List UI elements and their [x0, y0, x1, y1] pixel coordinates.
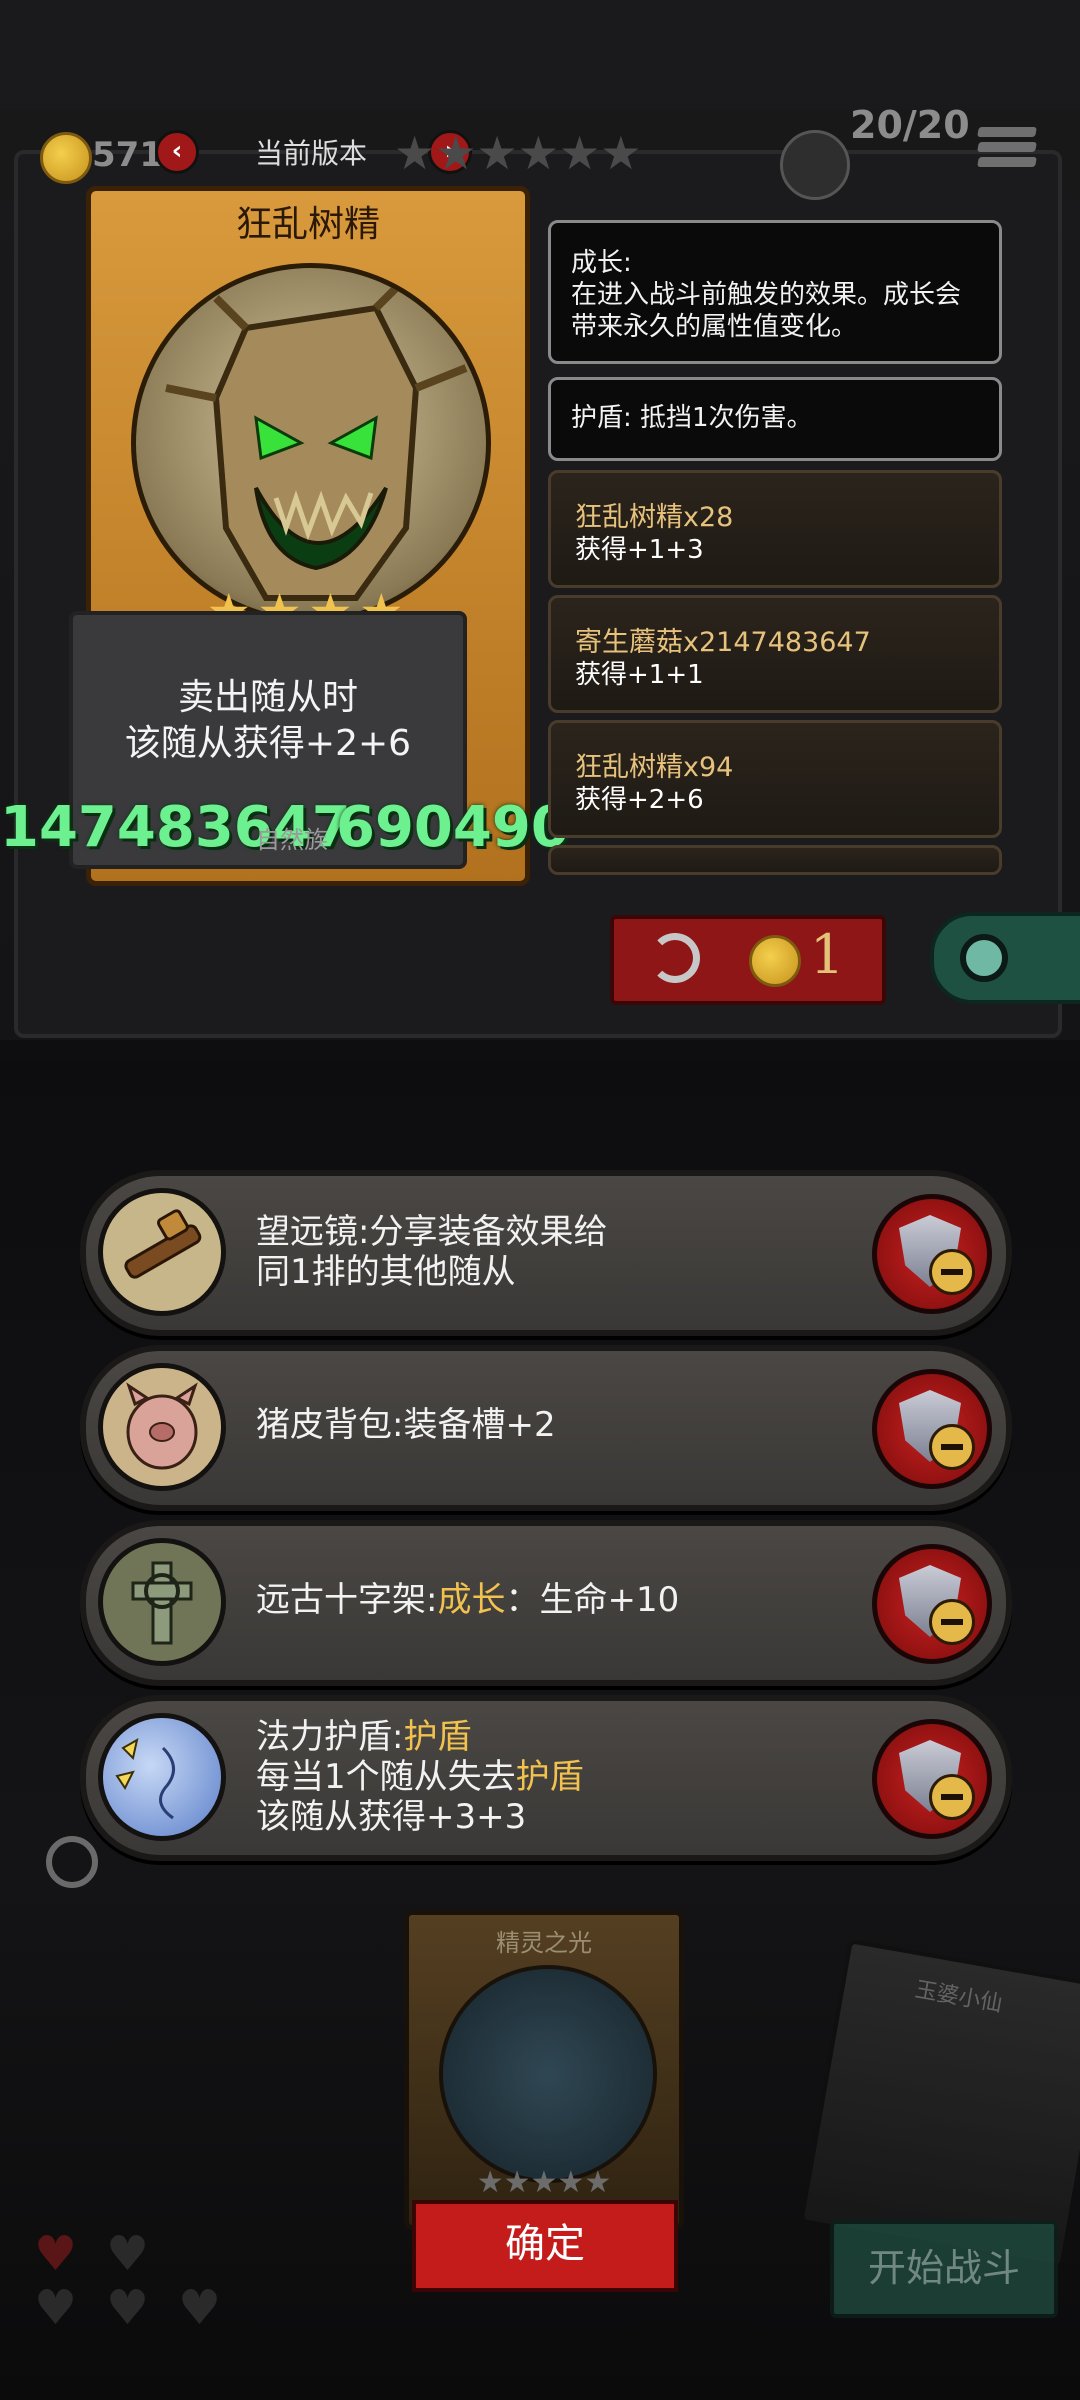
remove-equipment-button[interactable] [872, 1369, 992, 1489]
telescope-icon [98, 1188, 226, 1316]
log-item: 狂乱树精x94 获得+2+6 [548, 720, 1002, 838]
mana-shield-svg [115, 1738, 175, 1820]
equipment-name: 法力护盾: [256, 1717, 404, 1757]
heart-icon: ♥ [106, 2226, 150, 2282]
menu-icon[interactable] [977, 122, 1037, 180]
equipment-effect: ：生命+10 [505, 1580, 680, 1620]
minion-card[interactable]: 狂乱树精 ★★★★ 卖出随从时 该随从获得+2+6 [69, 186, 530, 886]
card-description-line2: 该随从获得+2+6 [124, 723, 412, 764]
minion-capacity: 20/20 [850, 103, 970, 147]
pig-backpack-svg [126, 1382, 198, 1470]
equipment-effect: 装备槽+2 [403, 1405, 556, 1445]
start-battle-button[interactable]: 开始战斗 [830, 2220, 1058, 2318]
equipment-desc: 望远镜:分享装备效果给 同1排的其他随从 [256, 1212, 607, 1292]
keyword-growth-box: 成长: 在进入战斗前触发的效果。成长会 带来永久的属性值变化。 [548, 220, 1002, 364]
log-item: 狂乱树精x28 获得+1+3 [548, 470, 1002, 588]
equipment-desc: 法力护盾:护盾 每当1个随从失去护盾 该随从获得+3+3 [256, 1717, 584, 1837]
preview-card-title: 精灵之光 [496, 1929, 592, 1957]
equipment-row-telescope[interactable]: 望远镜:分享装备效果给 同1排的其他随从 [80, 1170, 1012, 1336]
side-card-title: 玉婆小仙 [913, 1977, 1005, 2018]
heart-icon: ♥ [34, 2280, 78, 2336]
coin-icon [749, 935, 801, 987]
equipment-effect-line3: 该随从获得+3+3 [256, 1797, 527, 1837]
refresh-cost: 1 [810, 923, 845, 986]
keyword-shield: 护盾 [403, 1717, 472, 1757]
equipment-name: 远古十字架: [256, 1580, 438, 1620]
minus-icon [929, 1424, 975, 1470]
magnifier-icon[interactable] [46, 1836, 98, 1888]
pig-backpack-icon [98, 1363, 226, 1491]
equipment-row-mana-shield[interactable]: 法力护盾:护盾 每当1个随从失去护盾 该随从获得+3+3 [80, 1695, 1012, 1861]
minus-icon [929, 1774, 975, 1820]
equipment-effect-line2: 同1排的其他随从 [256, 1252, 516, 1292]
confirm-button[interactable]: 确定 [412, 2200, 678, 2292]
keyword-growth-desc2: 带来永久的属性值变化。 [571, 312, 858, 342]
tribe-tag: 自然族 [256, 826, 328, 854]
keyword-growth-title: 成长: [571, 248, 632, 278]
health-value: 690490 [336, 795, 570, 860]
keyword-shield-box: 护盾: 抵挡1次伤害。 [548, 377, 1002, 461]
ancient-cross-icon [98, 1538, 226, 1666]
heart-icon: ♥ [106, 2280, 150, 2336]
ancient-cross-svg [131, 1561, 193, 1645]
equipment-desc: 猪皮背包:装备槽+2 [256, 1405, 556, 1445]
player-avatar[interactable] [780, 130, 850, 200]
log-gain: 获得+2+6 [575, 785, 704, 815]
refresh-icon [650, 933, 700, 983]
keyword-growth: 成长 [437, 1580, 506, 1620]
search-icon [960, 934, 1008, 982]
minus-icon [929, 1599, 975, 1645]
remove-equipment-button[interactable] [872, 1194, 992, 1314]
keyword-shield: 护盾 [515, 1757, 584, 1797]
equipment-effect: 每当1个随从失去 [256, 1757, 516, 1797]
refresh-shop-button[interactable]: 1 [610, 915, 886, 1005]
equipment-desc: 远古十字架:成长：生命+10 [256, 1580, 679, 1620]
log-gain: 获得+1+3 [575, 535, 704, 565]
spirit-light-portrait [439, 1965, 657, 2183]
equipment-effect: 分享装备效果给 [369, 1212, 608, 1252]
equipment-row-pig-backpack[interactable]: 猪皮背包:装备槽+2 [80, 1345, 1012, 1511]
tree-spirit-portrait [131, 263, 491, 623]
log-gain: 获得+1+1 [575, 660, 704, 690]
heart-icon: ♥ [178, 2280, 222, 2336]
preview-card-stars: ★★★★★ [476, 2165, 612, 2200]
remove-equipment-button[interactable] [872, 1719, 992, 1839]
keyword-growth-desc1: 在进入战斗前触发的效果。成长会 [571, 280, 962, 310]
card-description: 卖出随从时 该随从获得+2+6 [93, 675, 443, 767]
tier-stars: ★★★★★★ [394, 126, 642, 180]
log-item-partial [548, 845, 1002, 875]
remove-equipment-button[interactable] [872, 1544, 992, 1664]
heart-icon: ♥ [34, 2226, 78, 2282]
minion-card-preview[interactable]: 精灵之光 ★★★★★ [404, 1910, 684, 2230]
equipment-row-ancient-cross[interactable]: 远古十字架:成长：生命+10 [80, 1520, 1012, 1686]
telescope-svg [124, 1209, 202, 1279]
minus-icon [929, 1249, 975, 1295]
coin-icon [40, 132, 92, 184]
keyword-shield-text: 护盾: 抵挡1次伤害。 [571, 403, 813, 433]
mana-shield-icon [98, 1713, 226, 1841]
search-button[interactable] [930, 912, 1080, 1004]
version-label: 当前版本 [255, 137, 368, 170]
card-description-line1: 卖出随从时 [177, 677, 358, 718]
coin-count: 571 [92, 135, 163, 175]
tree-spirit-icon [165, 275, 468, 601]
equipment-name: 望远镜: [256, 1212, 370, 1252]
card-title: 狂乱树精 [235, 204, 380, 245]
equipment-name: 猪皮背包: [256, 1405, 404, 1445]
previous-version-button[interactable]: ‹ [155, 130, 199, 174]
log-item: 寄生蘑菇x2147483647 获得+1+1 [548, 595, 1002, 713]
